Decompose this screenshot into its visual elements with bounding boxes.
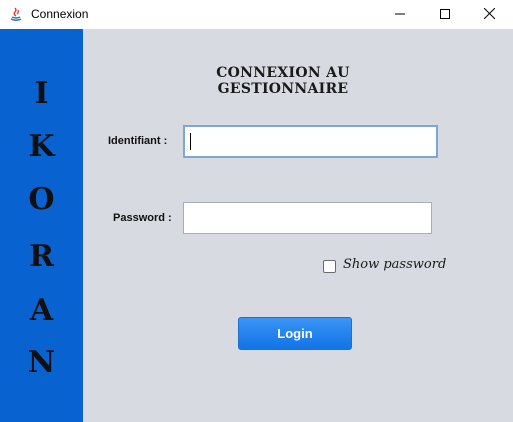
username-field[interactable] bbox=[183, 125, 438, 158]
title-bar: Connexion bbox=[0, 0, 513, 29]
minimize-icon bbox=[394, 6, 405, 24]
brand-letter: N bbox=[27, 345, 56, 380]
password-label: Password : bbox=[113, 212, 172, 224]
close-button[interactable] bbox=[467, 0, 512, 29]
maximize-button[interactable] bbox=[422, 0, 467, 29]
minimize-button[interactable] bbox=[377, 0, 422, 29]
password-field[interactable] bbox=[183, 202, 432, 234]
show-password-checkbox[interactable] bbox=[323, 260, 336, 273]
brand-letter: A bbox=[29, 293, 54, 328]
brand-letter: I bbox=[34, 76, 49, 111]
login-button[interactable]: Login bbox=[238, 317, 352, 350]
close-icon bbox=[483, 6, 496, 24]
brand-letter: K bbox=[28, 129, 55, 164]
text-caret bbox=[190, 133, 191, 150]
brand-letter: O bbox=[28, 182, 55, 217]
maximize-icon bbox=[439, 6, 450, 24]
brand-letter: R bbox=[29, 239, 54, 274]
username-label: Identifiant : bbox=[108, 135, 168, 147]
java-app-icon bbox=[8, 6, 24, 22]
brand-sidebar: I K O R A N bbox=[0, 29, 83, 422]
login-panel: CONNEXION AU GESTIONNAIRE Identifiant : … bbox=[83, 29, 513, 422]
window-title: Connexion bbox=[31, 7, 89, 21]
page-title: CONNEXION AU GESTIONNAIRE bbox=[216, 65, 350, 97]
show-password-label[interactable]: Show password bbox=[343, 257, 446, 272]
